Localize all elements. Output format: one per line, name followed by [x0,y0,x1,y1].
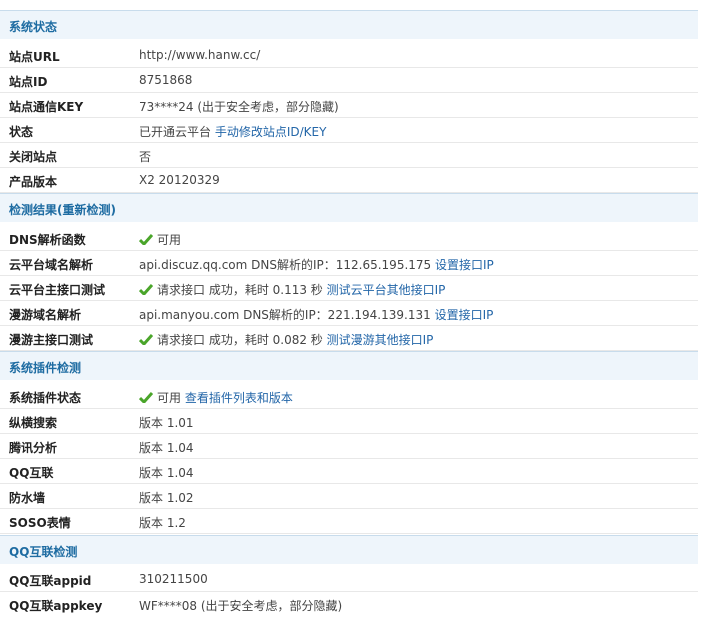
api-test-text: 请求接口 成功，耗时 0.082 秒 [157,333,323,347]
row-value: api.manyou.com DNS解析的IP：221.194.139.131 … [139,306,493,323]
section-title: 检测结果(重新检测) [9,201,116,218]
row-label: QQ互联appid [9,574,92,588]
row-label: 腾讯分析 [9,441,58,455]
section-header-plugin-check: 系统插件检测 [0,351,698,380]
row-label: 产品版本 [9,175,58,189]
row-value: 已开通云平台 手动修改站点ID/KEY [139,123,326,140]
row-label: SOSO表情 [9,516,71,530]
row-value: 可用 [139,231,181,248]
recheck-link[interactable]: (重新检测) [57,203,116,217]
row-site-closed: 关闭站点 否 [0,143,698,168]
set-api-ip-link[interactable]: 设置接口IP [435,258,494,272]
row-label: 站点URL [9,50,60,64]
row-label: 防水墙 [9,491,46,505]
row-site-id: 站点ID 8751868 [0,68,698,93]
section-title: 系统插件检测 [9,361,82,375]
section-title: 系统状态 [9,20,58,34]
section-title: QQ互联检测 [9,545,78,559]
check-icon [139,234,153,245]
test-cloud-other-ip-link[interactable]: 测试云平台其他接口IP [327,283,446,297]
check-icon [139,284,153,295]
row-product-version: 产品版本 X2 20120329 [0,168,698,193]
row-qq-appkey: QQ互联appkey WF****08 (出于安全考虑，部分隐藏) [0,592,698,617]
row-plugin-firewall: 防水墙 版本 1.02 [0,484,698,509]
api-test-text: 请求接口 成功，耗时 0.113 秒 [157,283,323,297]
row-value: 版本 1.02 [139,491,194,505]
set-api-ip-link[interactable]: 设置接口IP [435,308,494,322]
row-value: 310211500 [139,572,208,586]
row-value: 版本 1.2 [139,516,186,530]
check-icon [139,392,153,403]
section-header-system-status: 系统状态 [0,10,698,39]
row-value: 可用 查看插件列表和版本 [139,389,293,406]
row-value: X2 20120329 [139,173,220,187]
row-plugin-stats: 腾讯分析 版本 1.04 [0,434,698,459]
row-value: 请求接口 成功，耗时 0.113 秒 测试云平台其他接口IP [139,281,445,298]
status-text: 可用 [157,391,182,405]
view-plugin-list-link[interactable]: 查看插件列表和版本 [185,391,293,405]
row-value: 版本 1.01 [139,416,194,430]
row-value: api.discuz.qq.com DNS解析的IP：112.65.195.17… [139,256,494,273]
row-label: 漫游域名解析 [9,308,82,322]
row-label: 关闭站点 [9,150,58,164]
status-text: 已开通云平台 [139,125,212,139]
section-header-check-result: 检测结果(重新检测) [0,193,698,222]
row-value: 否 [139,150,152,164]
row-dns-function: DNS解析函数 可用 [0,226,698,251]
row-label: 纵横搜索 [9,416,58,430]
row-value: 73****24 (出于安全考虑，部分隐藏) [139,100,339,114]
row-value: 请求接口 成功，耗时 0.082 秒 测试漫游其他接口IP [139,331,433,348]
row-label: QQ互联appkey [9,599,103,613]
dns-result-text: api.discuz.qq.com DNS解析的IP：112.65.195.17… [139,258,432,272]
row-qq-appid: QQ互联appid 310211500 [0,567,698,592]
test-manyou-other-ip-link[interactable]: 测试漫游其他接口IP [327,333,434,347]
row-value: 版本 1.04 [139,441,194,455]
edit-site-id-key-link[interactable]: 手动修改站点ID/KEY [215,125,327,139]
row-value: WF****08 (出于安全考虑，部分隐藏) [139,599,343,613]
cloud-diagnostics-panel: 系统状态 站点URL http://www.hanw.cc/ 站点ID 8751… [0,0,701,637]
row-label: 站点通信KEY [9,100,84,114]
dns-result-text: api.manyou.com DNS解析的IP：221.194.139.131 [139,308,431,322]
status-text: 可用 [157,233,182,247]
row-label: 系统插件状态 [9,391,82,405]
row-value: 版本 1.04 [139,466,194,480]
row-cloud-domain: 云平台域名解析 api.discuz.qq.com DNS解析的IP：112.6… [0,251,698,276]
check-icon [139,334,153,345]
row-label: QQ互联 [9,466,54,480]
row-value: 8751868 [139,73,193,87]
row-site-url: 站点URL http://www.hanw.cc/ [0,43,698,68]
row-status: 状态 已开通云平台 手动修改站点ID/KEY [0,118,698,143]
row-label: 站点ID [9,75,48,89]
row-plugin-soso: SOSO表情 版本 1.2 [0,509,698,534]
row-label: DNS解析函数 [9,233,86,247]
row-cloud-api-test: 云平台主接口测试 请求接口 成功，耗时 0.113 秒 测试云平台其他接口IP [0,276,698,301]
row-value: http://www.hanw.cc/ [139,48,261,62]
row-plugin-qq: QQ互联 版本 1.04 [0,459,698,484]
row-label: 状态 [9,125,34,139]
section-header-qq-check: QQ互联检测 [0,535,698,564]
row-plugin-status: 系统插件状态 可用 查看插件列表和版本 [0,384,698,409]
row-label: 云平台主接口测试 [9,283,106,297]
row-label: 云平台域名解析 [9,258,94,272]
row-manyou-domain: 漫游域名解析 api.manyou.com DNS解析的IP：221.194.1… [0,301,698,326]
row-label: 漫游主接口测试 [9,333,94,347]
row-plugin-search: 纵横搜索 版本 1.01 [0,409,698,434]
section-title-text: 检测结果 [9,203,58,217]
row-site-key: 站点通信KEY 73****24 (出于安全考虑，部分隐藏) [0,93,698,118]
row-manyou-api-test: 漫游主接口测试 请求接口 成功，耗时 0.082 秒 测试漫游其他接口IP [0,326,698,351]
